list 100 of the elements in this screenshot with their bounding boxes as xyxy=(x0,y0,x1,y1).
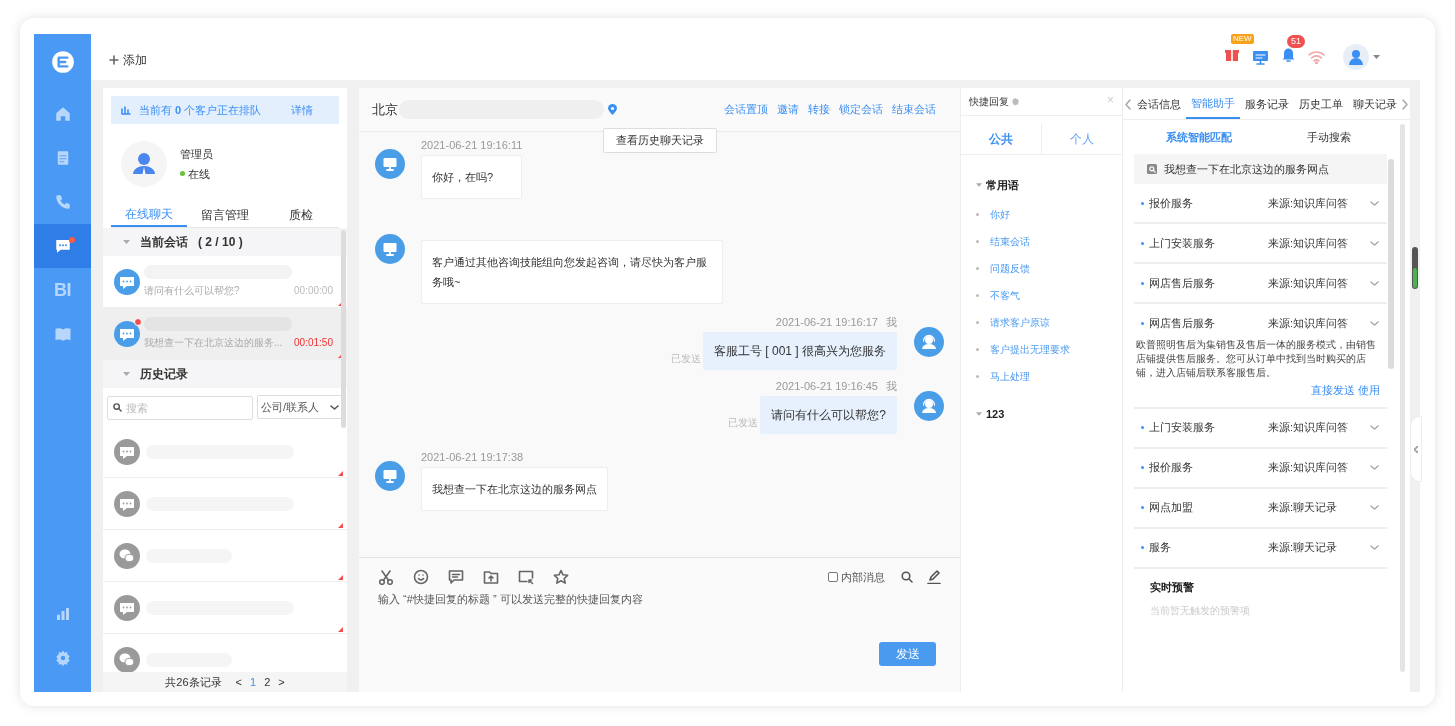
logo-icon[interactable] xyxy=(49,49,76,75)
tab[interactable]: 历史工单 xyxy=(1293,89,1348,119)
caret-down-icon[interactable] xyxy=(976,412,982,416)
notifications-button[interactable] xyxy=(1281,46,1296,62)
upload-folder-icon[interactable] xyxy=(483,569,499,585)
settings-icon[interactable] xyxy=(1011,97,1020,106)
sidebar-item[interactable]: BI xyxy=(34,268,91,312)
message-bubble: 客户通过其他咨询技能组向您发起咨询，请尽快为客户服务哦~ xyxy=(421,240,723,304)
tab[interactable]: 聊天记录 xyxy=(1347,89,1402,119)
mode-tab[interactable]: 手动搜索 xyxy=(1264,128,1394,146)
quick-reply-item[interactable]: 请求客户原谅 xyxy=(990,315,1050,330)
action-link[interactable]: 转接 xyxy=(808,101,830,118)
chevron-down-icon xyxy=(1370,465,1379,470)
search-field[interactable]: 搜索 xyxy=(107,396,253,420)
previous-page-button[interactable]: < xyxy=(235,673,242,691)
corner-flag xyxy=(338,523,343,528)
message-time: 2021-06-21 19:16:17 xyxy=(775,314,878,330)
monitor-button[interactable] xyxy=(1252,49,1269,65)
chevron-left-icon[interactable] xyxy=(1125,99,1131,110)
account-menu[interactable] xyxy=(1343,44,1380,70)
tab[interactable]: 质检 xyxy=(263,203,339,227)
phone-icon xyxy=(53,193,72,211)
quick-reply-item[interactable]: 马上处理 xyxy=(990,369,1030,384)
emoji-icon[interactable] xyxy=(413,569,429,585)
group-title: 常用语 xyxy=(986,177,1019,193)
bullet-icon xyxy=(1141,281,1144,285)
screen-capture-icon[interactable] xyxy=(518,569,534,585)
scrollbar[interactable] xyxy=(1388,159,1394,369)
result-title: 网点加盟 xyxy=(1149,500,1194,516)
search-icon[interactable] xyxy=(901,571,913,583)
action-link[interactable]: 会话置顶 xyxy=(724,101,768,118)
answer-action-link[interactable]: 直接发送 xyxy=(1311,382,1355,399)
quick-reply-item[interactable]: 问题反馈 xyxy=(990,261,1030,276)
result-item[interactable]: 报价服务 来源:知识库问答 xyxy=(1134,448,1387,487)
result-item[interactable]: 服务 来源:聊天记录 xyxy=(1134,528,1387,567)
location-pin-icon xyxy=(608,104,617,115)
tab[interactable]: 留言管理 xyxy=(187,203,263,227)
message-input[interactable]: 输入 “#快捷回复的标题 ” 可以发送完整的快捷回复内容 xyxy=(378,591,941,641)
caret-down-icon[interactable] xyxy=(123,240,130,244)
history-button[interactable]: 查看历史聊天记录 xyxy=(603,128,717,153)
panel-title: 快捷回复 xyxy=(969,95,1009,109)
bullet-icon xyxy=(976,321,979,324)
mode-tab[interactable]: 系统智能匹配 xyxy=(1134,128,1264,146)
chat-bubble-icon xyxy=(114,594,140,621)
result-item[interactable]: 网点加盟 来源:聊天记录 xyxy=(1134,488,1387,527)
collapse-tab[interactable] xyxy=(1410,416,1422,482)
scissors-icon[interactable] xyxy=(378,569,394,585)
result-title: 上门安装服务 xyxy=(1149,235,1216,251)
quick-reply-item[interactable]: 不客气 xyxy=(990,288,1020,303)
quick-reply-item[interactable]: 客户提出无理要求 xyxy=(990,342,1070,357)
quick-reply-item[interactable]: 你好 xyxy=(990,207,1010,222)
details-link[interactable]: 详情 xyxy=(291,101,313,119)
agent-headset-icon xyxy=(914,327,944,357)
tab[interactable]: 智能助手 xyxy=(1185,89,1240,119)
message-bubble: 你好，在吗? xyxy=(421,155,523,199)
book-icon xyxy=(53,325,72,343)
scrollbar[interactable] xyxy=(1399,124,1405,672)
scrollbar[interactable] xyxy=(341,230,346,428)
section-title: 实时预警 xyxy=(1150,579,1195,595)
result-item[interactable]: 报价服务 来源:知识库问答 xyxy=(1134,184,1387,222)
corner-flag xyxy=(338,627,343,632)
add-button[interactable]: 添加 xyxy=(109,51,147,69)
scroll-handle[interactable] xyxy=(1412,247,1418,289)
edit-icon[interactable] xyxy=(927,570,941,584)
star-icon[interactable] xyxy=(553,569,569,585)
section-title: 历史记录 xyxy=(140,366,188,383)
caret-down-icon[interactable] xyxy=(976,183,982,187)
bullet-icon xyxy=(976,375,979,378)
chevron-right-icon[interactable] xyxy=(1402,99,1408,110)
action-link[interactable]: 邀请 xyxy=(777,101,799,118)
session-count: ( 2 / 10 ) xyxy=(198,234,243,251)
send-button[interactable]: 发送 xyxy=(879,642,936,666)
quick-reply-item[interactable]: 结束会话 xyxy=(990,234,1030,249)
result-source: 来源:知识库问答 xyxy=(1268,195,1350,211)
bell-icon xyxy=(1281,46,1296,62)
result-item[interactable]: 上门安装服务 来源:知识库问答 xyxy=(1134,408,1387,447)
chevron-down-icon xyxy=(1370,280,1379,286)
agent-avatar-icon xyxy=(121,141,167,187)
agent-headset-icon xyxy=(914,391,944,421)
page-button[interactable]: 1 xyxy=(250,673,257,691)
result-source: 来源:知识库问答 xyxy=(1268,420,1350,436)
tab[interactable]: 会话信息 xyxy=(1131,89,1186,119)
caret-down-icon[interactable] xyxy=(123,372,130,376)
message-icon[interactable] xyxy=(448,569,464,585)
computer-avatar-icon xyxy=(375,149,405,179)
action-link[interactable]: 锁定会话 xyxy=(839,101,883,118)
action-link[interactable]: 结束会话 xyxy=(892,101,936,118)
tab[interactable]: 公共 xyxy=(961,124,1041,154)
bullet-icon xyxy=(976,213,979,216)
computer-avatar-icon xyxy=(375,234,405,264)
next-page-button[interactable]: > xyxy=(278,673,285,691)
sidebar-item[interactable] xyxy=(34,224,91,268)
home-icon xyxy=(53,105,72,123)
location-text: 北京 xyxy=(372,100,398,119)
internal-message-checkbox[interactable]: 内部消息 xyxy=(828,568,885,586)
answer-action-link[interactable]: 使用 xyxy=(1358,382,1380,399)
result-item[interactable]: 上门安装服务 来源:知识库问答 xyxy=(1134,224,1387,262)
page-button[interactable]: 2 xyxy=(264,673,271,691)
result-item[interactable]: 网店售后服务 来源:知识库问答 xyxy=(1134,264,1387,302)
tab[interactable]: 服务记录 xyxy=(1239,89,1294,119)
